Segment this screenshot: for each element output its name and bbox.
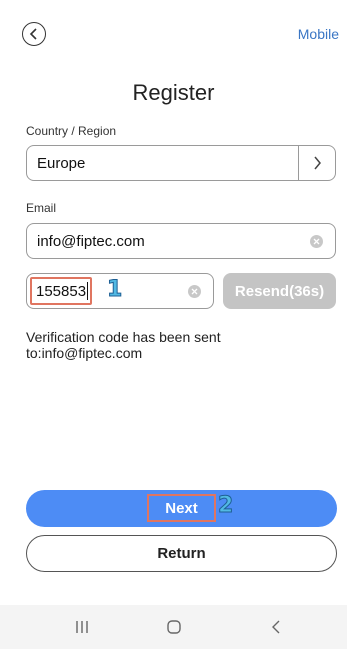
home-button[interactable] xyxy=(144,605,204,649)
email-field[interactable]: info@fiptec.com xyxy=(26,223,336,259)
email-label: Email xyxy=(26,201,57,215)
home-icon xyxy=(167,620,181,634)
country-label: Country / Region xyxy=(26,124,117,138)
system-nav-bar xyxy=(0,605,347,649)
chevron-left-icon xyxy=(29,28,37,40)
verification-sent-message: Verification code has been sent to:info@… xyxy=(26,329,221,361)
recents-icon xyxy=(76,621,88,633)
country-selector[interactable]: Europe xyxy=(26,145,336,181)
annotation-number-1: 1 xyxy=(106,277,123,303)
verification-code-value: 155853 xyxy=(36,283,87,300)
mobile-link[interactable]: Mobile xyxy=(298,26,339,42)
back-button[interactable] xyxy=(22,22,46,46)
chevron-right-icon xyxy=(313,156,321,170)
verification-code-field[interactable]: 155853 1 xyxy=(26,273,214,309)
page-title: Register xyxy=(132,80,215,105)
back-icon xyxy=(272,620,280,634)
nav-back-button[interactable] xyxy=(246,605,306,649)
country-value: Europe xyxy=(37,155,86,172)
country-arrow-button[interactable] xyxy=(298,146,335,180)
return-button[interactable]: Return xyxy=(26,535,337,572)
recents-button[interactable] xyxy=(52,605,112,649)
next-button[interactable]: Next 2 xyxy=(26,490,337,527)
clear-email-icon[interactable] xyxy=(310,235,323,248)
annotation-number-2: 2 xyxy=(217,493,234,519)
clear-code-icon[interactable] xyxy=(188,285,201,298)
next-label: Next xyxy=(165,499,198,517)
text-caret xyxy=(87,282,88,300)
resend-button[interactable]: Resend(36s) xyxy=(223,273,336,309)
email-value: info@fiptec.com xyxy=(37,233,145,250)
